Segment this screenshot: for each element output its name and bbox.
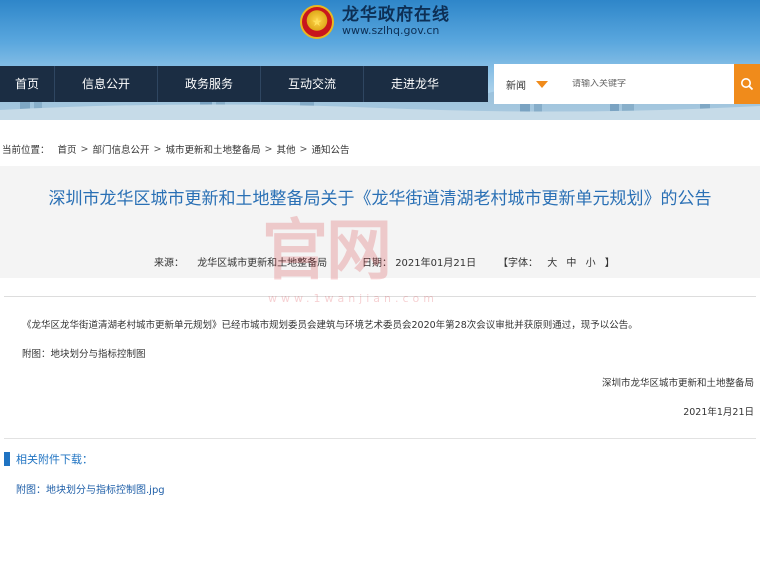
site-logo[interactable]: ★ 龙华政府在线 www.szlhq.gov.cn — [300, 4, 450, 40]
source-label: 来源： — [154, 258, 184, 269]
search-category-select[interactable]: 新闻 — [494, 77, 558, 92]
breadcrumb-link-other[interactable]: 其他 — [276, 142, 295, 156]
font-size-label: 【字体： — [498, 258, 538, 269]
article-sign-date: 2021年1月21日 — [683, 407, 754, 418]
breadcrumb-link-bureau[interactable]: 城市更新和土地整备局 — [165, 142, 260, 156]
source-value: 龙华区城市更新和土地整备局 — [197, 258, 328, 269]
watermark-url: www.1wanjian.com — [268, 292, 438, 305]
article-date: 日期： 2021年01月21日 — [362, 254, 476, 269]
national-emblem-icon: ★ — [300, 5, 334, 39]
article-header: 深圳市龙华区城市更新和土地整备局关于《龙华街道清湖老村城市更新单元规划》的公告 … — [0, 166, 760, 278]
search-input[interactable] — [572, 79, 722, 89]
site-name: 龙华政府在线 — [342, 5, 450, 25]
breadcrumb-link-notices[interactable]: 通知公告 — [311, 142, 349, 156]
breadcrumb-separator-icon: > — [80, 143, 89, 155]
search-bar: 新闻 — [494, 64, 760, 104]
font-size-small-button[interactable]: 小 — [586, 258, 596, 269]
date-label: 日期： — [362, 258, 392, 269]
attachment-download-link[interactable]: 附图：地块划分与指标控制图.jpg — [16, 481, 165, 496]
breadcrumb-link-dept-info[interactable]: 部门信息公开 — [93, 142, 150, 156]
attachments-header: 相关附件下载： — [4, 451, 93, 467]
site-url: www.szlhq.gov.cn — [342, 24, 440, 37]
breadcrumb-separator-icon: > — [264, 143, 273, 155]
breadcrumb-link-home[interactable]: 首页 — [58, 142, 77, 156]
breadcrumb-label: 当前位置： — [2, 145, 50, 156]
article-body-paragraph: 《龙华区龙华街道清湖老村城市更新单元规划》已经市城市规划委员会建筑与环境艺术委员… — [22, 320, 638, 331]
search-category-label: 新闻 — [506, 80, 526, 92]
nav-item-info-disclosure[interactable]: 信息公开 — [55, 66, 157, 102]
nav-item-home[interactable]: 首页 — [0, 66, 54, 102]
chevron-down-icon — [536, 80, 548, 88]
content-divider — [4, 296, 756, 297]
article-signature: 深圳市龙华区城市更新和土地整备局 — [601, 378, 754, 389]
article-source: 来源： 龙华区城市更新和土地整备局 — [154, 254, 327, 269]
main-nav: 首页 信息公开 政务服务 互动交流 走进龙华 — [0, 66, 488, 102]
article-title: 深圳市龙华区城市更新和土地整备局关于《龙华街道清湖老村城市更新单元规划》的公告 — [48, 189, 712, 209]
nav-item-about-longhua[interactable]: 走进龙华 — [364, 66, 466, 102]
search-button[interactable] — [734, 64, 760, 104]
breadcrumb-separator-icon: > — [153, 143, 162, 155]
article-attachment-note: 附图：地块划分与指标控制图 — [22, 349, 146, 360]
section-marker-icon — [4, 452, 10, 466]
breadcrumb: 当前位置： 首页 > 部门信息公开 > 城市更新和土地整备局 > 其他 > 通知… — [2, 142, 349, 157]
font-size-controls: 【字体： 大 中 小 】 — [498, 254, 615, 269]
attachments-divider — [4, 438, 756, 439]
date-value: 2021年01月21日 — [395, 258, 477, 269]
nav-item-interaction[interactable]: 互动交流 — [261, 66, 363, 102]
attachments-heading: 相关附件下载： — [16, 453, 93, 466]
search-icon — [741, 78, 754, 91]
font-size-medium-button[interactable]: 中 — [566, 258, 576, 269]
nav-item-government-services[interactable]: 政务服务 — [158, 66, 260, 102]
font-size-close: 】 — [604, 258, 615, 269]
font-size-large-button[interactable]: 大 — [547, 258, 557, 269]
breadcrumb-separator-icon: > — [299, 143, 308, 155]
